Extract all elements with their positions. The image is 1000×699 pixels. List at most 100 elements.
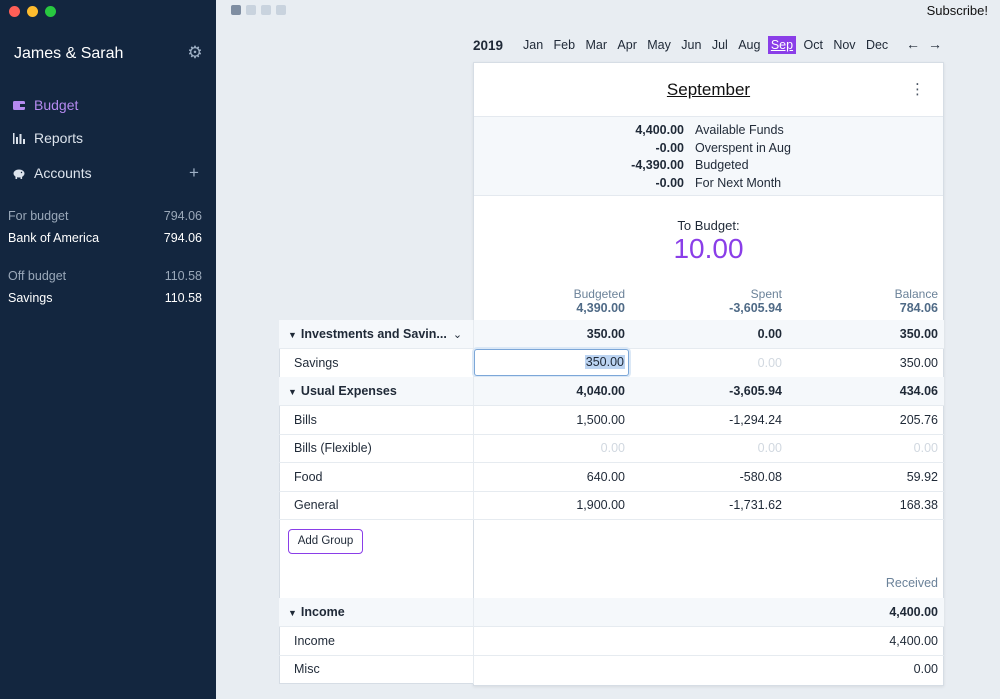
group-name[interactable]: ▼ Usual Expenses [288,384,397,398]
month-count-1[interactable] [231,5,241,15]
category-name[interactable]: Bills [294,413,317,427]
arrow-left-icon[interactable]: ← [906,36,920,52]
category-name[interactable]: Misc [294,662,320,676]
group-row-usual-expenses[interactable]: ▼ Usual Expenses 4,040.00 -3,605.94 434.0… [279,377,944,406]
balance-column-header: Balance 784.06 [895,287,938,315]
group-spent: -3,605.94 [729,384,782,398]
category-budgeted[interactable]: 0.00 [601,441,625,455]
piggy-bank-icon [13,169,25,179]
month-oct[interactable]: Oct [800,36,825,54]
account-savings[interactable]: Savings 110.58 [8,291,202,305]
category-budgeted[interactable]: 1,900.00 [576,498,625,512]
group-row-investments[interactable]: ▼ Investments and Savin... ⌄ 350.00 0.00 3… [279,320,944,349]
category-balance[interactable]: 205.76 [900,413,938,427]
month-nav: ← → [906,36,942,52]
account-amount: 794.06 [163,231,202,245]
account-bank-of-america[interactable]: Bank of America 794.06 [8,231,202,245]
off-budget-amount: 110.58 [164,269,202,283]
category-name[interactable]: General [294,498,338,512]
nav-budget[interactable]: Budget [12,97,78,113]
category-budgeted[interactable]: 1,500.00 [576,413,625,427]
collapse-triangle-icon[interactable]: ▼ [288,608,297,618]
nav-accounts[interactable]: Accounts [12,165,92,181]
category-budgeted[interactable]: 640.00 [587,470,625,484]
month-mar[interactable]: Mar [582,36,610,54]
summary-value: 4,400.00 [635,123,684,137]
category-spent[interactable]: -1,294.24 [729,413,782,427]
category-spent[interactable]: -1,731.62 [729,498,782,512]
category-balance[interactable]: 59.92 [907,470,938,484]
budget-amount-input[interactable]: 350.00 [474,349,629,376]
month-may[interactable]: May [644,36,674,54]
group-name[interactable]: ▼ Income [288,605,345,619]
month-sep[interactable]: Sep [767,36,797,54]
category-spent[interactable]: 0.00 [758,441,782,455]
month-count-3[interactable] [261,5,271,15]
category-row-general[interactable]: General 1,900.00 -1,731.62 168.38 [279,491,944,520]
budgeted-total: 4,390.00 [576,301,625,315]
month-nov[interactable]: Nov [830,36,858,54]
budget-name[interactable]: James & Sarah [14,45,123,63]
category-row-bills[interactable]: Bills 1,500.00 -1,294.24 205.76 [279,406,944,435]
category-row-food[interactable]: Food 640.00 -580.08 59.92 [279,463,944,492]
off-budget-label: Off budget [8,269,67,283]
month-jun[interactable]: Jun [678,36,704,54]
group-row-income[interactable]: ▼ Income 4,400.00 [279,598,944,627]
group-name[interactable]: ▼ Investments and Savin... ⌄ [288,327,462,341]
month-feb[interactable]: Feb [551,36,579,54]
month-count-selector[interactable] [231,5,286,15]
month-aug[interactable]: Aug [735,36,763,54]
category-name[interactable]: Savings [294,356,338,370]
month-apr[interactable]: Apr [614,36,639,54]
nav-reports[interactable]: Reports [12,130,83,146]
balance-header-label: Balance [894,287,938,301]
category-name[interactable]: Income [294,634,335,648]
for-budget-label: For budget [8,209,69,223]
add-account-icon[interactable]: + [189,163,199,183]
account-name: Savings [8,291,53,305]
for-budget-header[interactable]: For budget 794.06 [8,209,202,223]
category-name[interactable]: Bills (Flexible) [294,441,372,455]
more-menu-icon[interactable]: ⋮ [910,82,925,97]
close-window-button[interactable] [9,6,20,17]
arrow-right-icon[interactable]: → [928,36,942,52]
sidebar: James & Sarah ⚙ Budget Reports Accounts … [0,0,216,699]
group-budgeted: 4,040.00 [576,384,625,398]
wallet-icon [13,101,25,110]
month-jan[interactable]: Jan [520,36,546,54]
category-name[interactable]: Food [294,470,323,484]
category-row-income[interactable]: Income 4,400.00 [279,627,944,656]
off-budget-header[interactable]: Off budget 110.58 [8,269,202,283]
to-budget-amount[interactable]: 10.00 [474,233,943,265]
income-received: 4,400.00 [889,605,938,619]
category-balance[interactable]: 350.00 [900,356,938,370]
account-amount: 110.58 [164,291,202,305]
category-received[interactable]: 4,400.00 [889,634,938,648]
summary-value: -0.00 [655,141,685,155]
collapse-triangle-icon[interactable]: ▼ [288,387,297,397]
gear-icon[interactable]: ⚙ [186,44,204,62]
month-count-4[interactable] [276,5,286,15]
category-received[interactable]: 0.00 [914,662,938,676]
category-row-bills-flexible[interactable]: Bills (Flexible) 0.00 0.00 0.00 [279,434,944,463]
spent-total: -3,605.94 [729,301,782,315]
month-count-2[interactable] [246,5,256,15]
maximize-window-button[interactable] [45,6,56,17]
minimize-window-button[interactable] [27,6,38,17]
to-budget-label: To Budget: [677,218,740,233]
subscribe-link[interactable]: Subscribe! [927,3,988,18]
month-jul[interactable]: Jul [709,36,731,54]
category-balance[interactable]: 168.38 [900,498,938,512]
month-dec[interactable]: Dec [863,36,891,54]
category-row-misc[interactable]: Misc 0.00 [279,655,944,684]
category-balance[interactable]: 0.00 [914,441,938,455]
group-spent: 0.00 [757,327,782,341]
collapse-triangle-icon[interactable]: ▼ [288,330,297,340]
category-spent[interactable]: -580.08 [740,470,782,484]
category-spent[interactable]: 0.00 [758,356,782,370]
nav-reports-label: Reports [34,130,84,146]
month-title[interactable]: September [474,80,943,100]
chevron-down-icon[interactable]: ⌄ [453,329,462,341]
received-column-header: Received [885,576,938,590]
add-group-button[interactable]: Add Group [288,529,363,554]
